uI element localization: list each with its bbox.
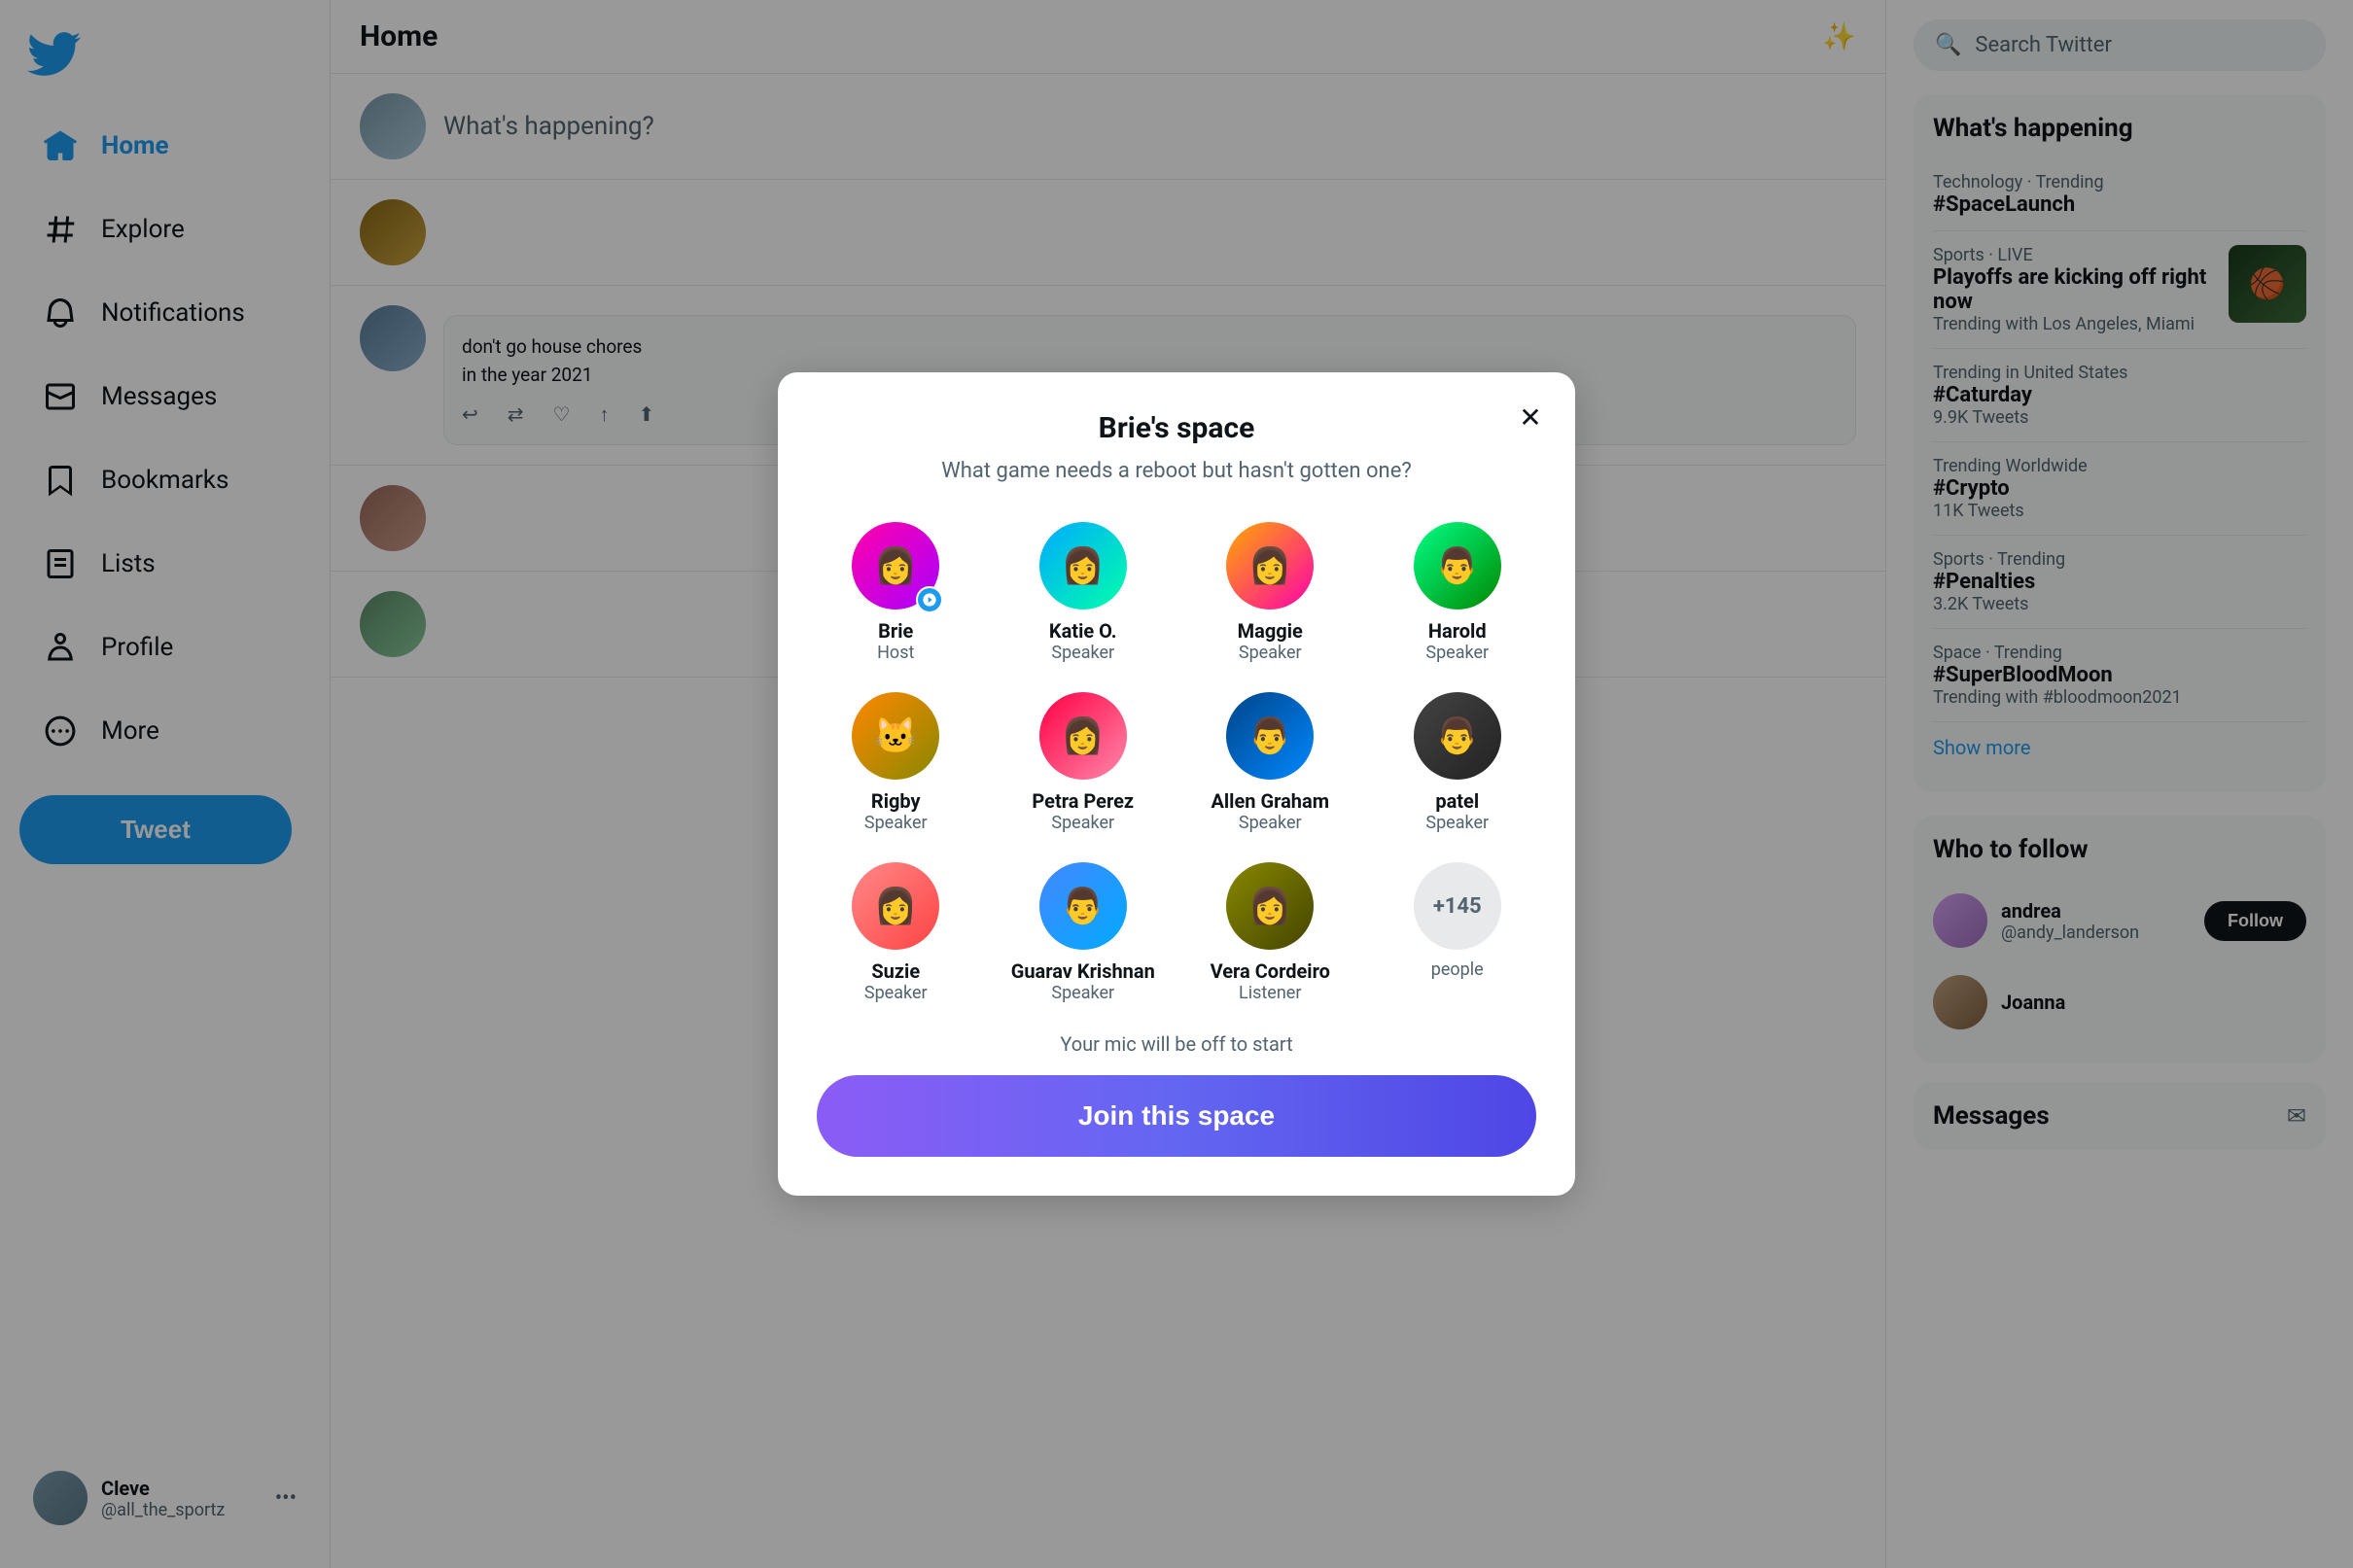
speaker-vera[interactable]: 👩 Vera Cordeiro Listener [1191,862,1350,1003]
speaker-role: Listener [1239,983,1301,1003]
app-container: Home Explore Notifications Messages [0,0,2353,1568]
speaker-role: Speaker [1239,813,1302,833]
speaker-name: Katie O. [1049,619,1117,643]
avatar-face: 👩 [1039,522,1127,610]
speaker-avatar: 👨 [1039,862,1127,950]
speaker-role: people [1431,959,1484,980]
speaker-avatar-wrapper: 👨 [1226,692,1314,780]
speaker-avatar-wrapper: 👩 [1226,522,1314,610]
speaker-name: Maggie [1238,619,1303,643]
speaker-avatar-wrapper: 👨 [1414,522,1501,610]
speaker-katie[interactable]: 👩 Katie O. Speaker [1004,522,1163,663]
speaker-harold[interactable]: 👨 Harold Speaker [1379,522,1537,663]
speaker-suzie[interactable]: 👩 Suzie Speaker [817,862,975,1003]
speaker-role: Speaker [1239,643,1302,663]
speaker-avatar: 👨 [1414,692,1501,780]
avatar-face: 👩 [1039,692,1127,780]
speaker-name: Harold [1428,619,1487,643]
speaker-avatar: 👩 [852,862,939,950]
speaker-avatar-wrapper: 👩 [852,522,939,610]
avatar-face: 👨 [1414,522,1501,610]
speaker-avatar: 👨 [1226,692,1314,780]
speaker-avatar-wrapper: 👩 [1039,522,1127,610]
speaker-role: Speaker [864,813,928,833]
speaker-name: Petra Perez [1032,789,1134,813]
avatar-face: 👩 [1226,862,1314,950]
speaker-role: Speaker [1425,643,1489,663]
modal-subtitle: What game needs a reboot but hasn't gott… [817,459,1536,483]
speaker-patel[interactable]: 👨 patel Speaker [1379,692,1537,833]
speaker-brie[interactable]: 👩 Brie Host [817,522,975,663]
avatar-face: 🐱 [852,692,939,780]
modal-close-button[interactable]: ✕ [1509,396,1552,438]
speaker-allen[interactable]: 👨 Allen Graham Speaker [1191,692,1350,833]
speaker-avatar-wrapper: 👩 [1226,862,1314,950]
speaker-avatar-wrapper: +145 [1414,862,1501,950]
speaker-name: Guarav Krishnan [1011,959,1155,983]
speaker-guarav[interactable]: 👨 Guarav Krishnan Speaker [1004,862,1163,1003]
modal-overlay: ✕ Brie's space What game needs a reboot … [0,0,2353,1568]
avatar-face: 👨 [1039,862,1127,950]
speaker-maggie[interactable]: 👩 Maggie Speaker [1191,522,1350,663]
speaker-role: Speaker [1051,983,1114,1003]
speaker-name: Suzie [871,959,920,983]
speakers-grid: 👩 Brie Host 👩 [817,522,1536,1003]
modal-title: Brie's space [817,411,1536,445]
join-space-button[interactable]: Join this space [817,1075,1536,1157]
avatar-face: 👩 [1226,522,1314,610]
avatar-face: 👨 [1414,692,1501,780]
speaker-name: Brie [878,619,913,643]
close-icon: ✕ [1519,401,1541,434]
speaker-avatar: +145 [1414,862,1501,950]
speaker-avatar-wrapper: 👨 [1414,692,1501,780]
mic-notice: Your mic will be off to start [817,1032,1536,1056]
speaker-rigby[interactable]: 🐱 Rigby Speaker [817,692,975,833]
speaker-avatar-wrapper: 👨 [1039,862,1127,950]
speaker-name: patel [1435,789,1479,813]
speaker-name: Rigby [871,789,921,813]
speaker-avatar-wrapper: 👩 [1039,692,1127,780]
speaker-role: Speaker [1051,813,1114,833]
speaker-avatar: 👩 [1226,522,1314,610]
speaker-more[interactable]: +145 people [1379,862,1537,1003]
speaker-role: Speaker [864,983,928,1003]
avatar-face: 👩 [852,862,939,950]
speaker-petra[interactable]: 👩 Petra Perez Speaker [1004,692,1163,833]
speaker-avatar: 👨 [1414,522,1501,610]
speaker-name: Allen Graham [1211,789,1329,813]
avatar-face: 👨 [1226,692,1314,780]
speaker-role: Speaker [1051,643,1114,663]
speaker-role: Speaker [1425,813,1489,833]
speaker-role: Host [877,643,914,663]
speaker-avatar: 👩 [1039,692,1127,780]
host-badge [916,586,943,613]
speaker-name: Vera Cordeiro [1211,959,1330,983]
more-count: +145 [1433,894,1482,919]
speaker-avatar: 👩 [1039,522,1127,610]
speaker-avatar-wrapper: 👩 [852,862,939,950]
space-modal: ✕ Brie's space What game needs a reboot … [778,372,1575,1196]
speaker-avatar: 🐱 [852,692,939,780]
speaker-avatar: 👩 [1226,862,1314,950]
speaker-avatar-wrapper: 🐱 [852,692,939,780]
